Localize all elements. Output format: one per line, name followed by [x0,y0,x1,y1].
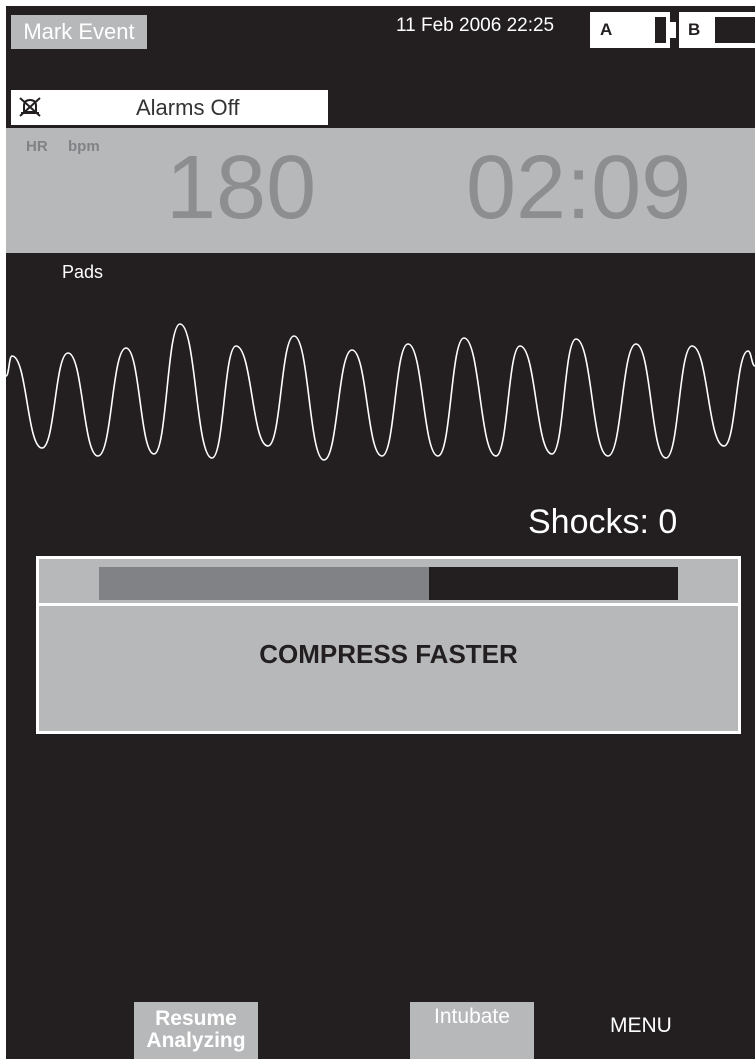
battery-a-indicator: A [590,12,680,48]
cpr-progress-bar [99,567,678,600]
resume-label-line2: Analyzing [146,1029,246,1052]
prompt-divider [39,603,738,606]
defibrillator-screen: Mark Event 11 Feb 2006 22:25 A B Alarms … [6,6,755,1059]
intubate-button[interactable]: Intubate [410,1002,534,1059]
resume-label-line1: Resume [155,1007,237,1030]
alarm-status-bar[interactable]: Alarms Off [11,90,328,125]
cpr-prompt-panel: COMPRESS FASTER [36,556,741,734]
ecg-waveform [6,323,755,461]
resume-analyzing-button[interactable]: Resume Analyzing [134,1002,258,1059]
date-time: 11 Feb 2006 22:25 [396,15,555,36]
menu-button[interactable]: MENU [610,1014,672,1038]
cpr-prompt-message: COMPRESS FASTER [259,639,518,669]
elapsed-time-value: 02:09 [466,138,692,238]
battery-a-label: A [600,20,613,39]
heart-rate-value: 180 [166,138,317,238]
mark-event-button[interactable]: Mark Event [11,15,147,49]
cpr-progress-fill [99,567,430,600]
vitals-panel: HR bpm 180 02:09 [6,128,755,253]
battery-b-indicator: B [679,12,755,48]
waveform-lead-label: Pads [62,262,104,282]
alarm-status-text: Alarms Off [136,95,240,120]
shock-counter: Shocks: 0 [528,503,678,541]
battery-b-label: B [688,20,701,39]
hr-unit-label: bpm [68,138,100,155]
hr-label: HR [26,138,48,155]
alarm-off-icon [19,97,41,117]
